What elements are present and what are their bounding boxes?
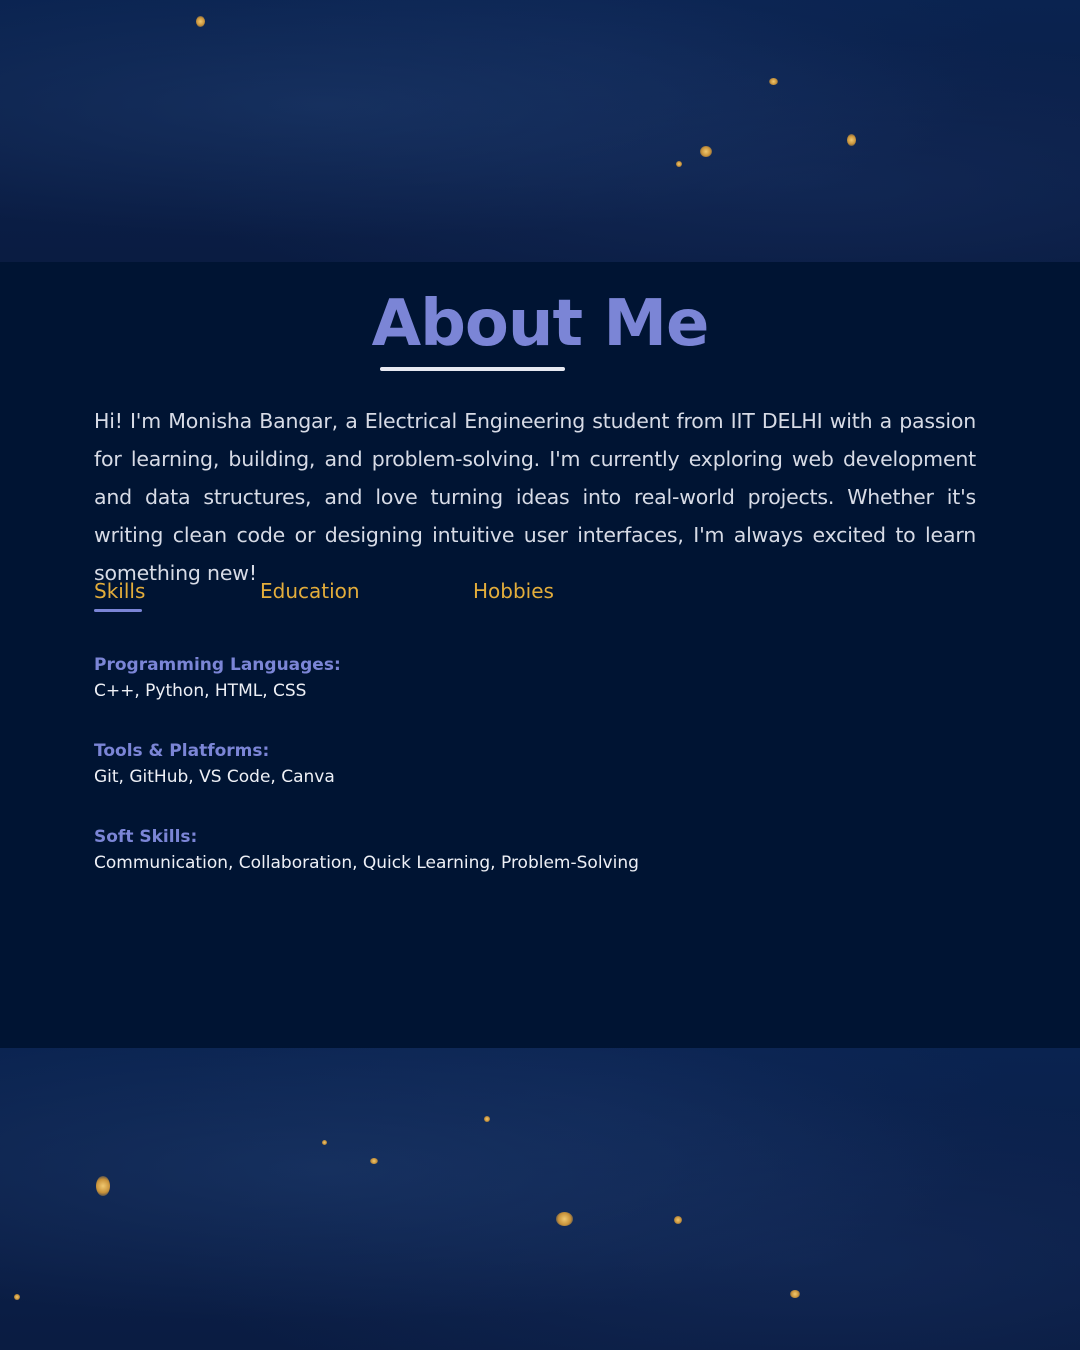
star-decoration bbox=[676, 161, 682, 167]
intro-paragraph: Hi! I'm Monisha Bangar, a Electrical Eng… bbox=[94, 409, 976, 585]
skills-content: Programming Languages: C++, Python, HTML… bbox=[94, 652, 894, 910]
about-section: About Me Hi! I'm Monisha Bangar, a Elect… bbox=[0, 262, 1080, 1048]
skill-heading: Soft Skills: bbox=[94, 827, 198, 847]
skill-group-tools: Tools & Platforms: Git, GitHub, VS Code,… bbox=[94, 738, 894, 790]
skill-heading: Programming Languages: bbox=[94, 655, 341, 675]
star-decoration bbox=[674, 1216, 682, 1224]
skill-values: Communication, Collaboration, Quick Lear… bbox=[94, 853, 639, 873]
tab-skills[interactable]: Skills bbox=[94, 576, 145, 606]
star-decoration bbox=[700, 146, 712, 157]
star-decoration bbox=[370, 1158, 378, 1164]
star-decoration bbox=[14, 1294, 20, 1300]
background-bottom bbox=[0, 1048, 1080, 1350]
star-decoration bbox=[556, 1212, 573, 1226]
page-title: About Me bbox=[371, 287, 710, 361]
star-decoration bbox=[769, 78, 778, 85]
tab-hobbies[interactable]: Hobbies bbox=[473, 576, 554, 606]
star-decoration bbox=[196, 16, 205, 27]
title-underline bbox=[380, 367, 565, 371]
skill-group-soft: Soft Skills: Communication, Collaboratio… bbox=[94, 824, 894, 876]
skill-group-programming: Programming Languages: C++, Python, HTML… bbox=[94, 652, 894, 704]
star-decoration bbox=[484, 1116, 490, 1122]
star-decoration bbox=[847, 134, 856, 146]
skill-values: Git, GitHub, VS Code, Canva bbox=[94, 767, 335, 787]
star-decoration bbox=[96, 1176, 110, 1196]
star-decoration bbox=[322, 1140, 327, 1145]
star-decoration bbox=[790, 1290, 800, 1298]
skill-heading: Tools & Platforms: bbox=[94, 741, 270, 761]
tab-bar: Skills Education Hobbies bbox=[94, 576, 794, 616]
active-tab-indicator bbox=[94, 609, 142, 612]
background-top bbox=[0, 0, 1080, 262]
tab-education[interactable]: Education bbox=[260, 576, 360, 606]
skill-values: C++, Python, HTML, CSS bbox=[94, 681, 307, 701]
